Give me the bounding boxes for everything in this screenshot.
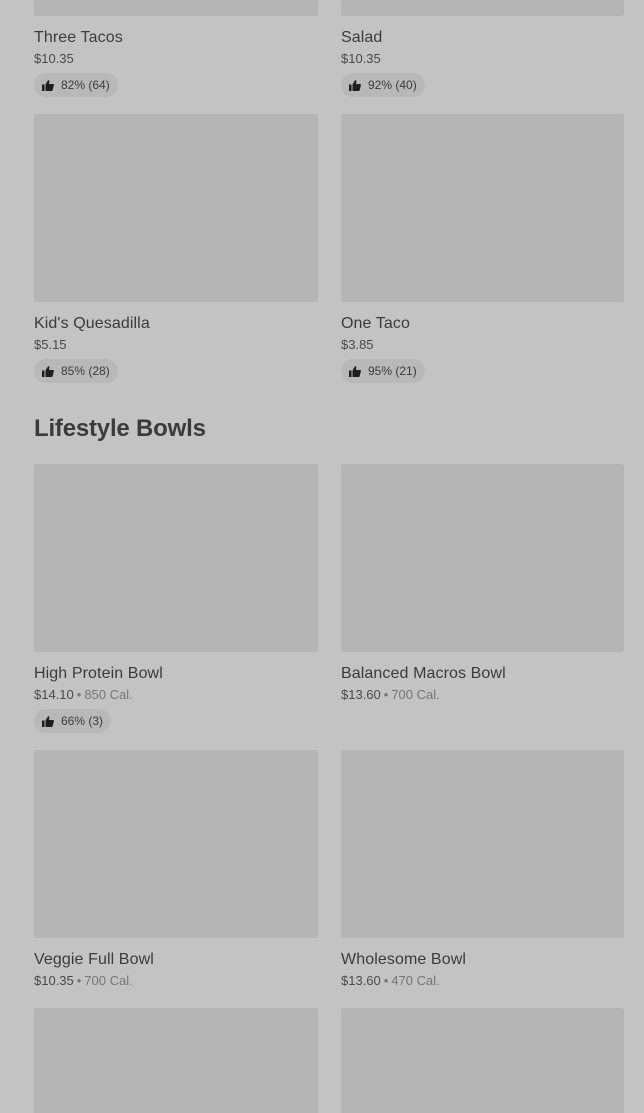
item-meta: $14.10 • 850 Cal. bbox=[34, 687, 318, 703]
menu-item-card[interactable]: Balanced Macros Bowl $13.60 • 700 Cal. bbox=[341, 464, 624, 703]
item-meta: $10.35 bbox=[341, 51, 624, 67]
item-price: $3.85 bbox=[341, 337, 374, 352]
item-name: Veggie Full Bowl bbox=[34, 951, 154, 968]
item-price: $10.35 bbox=[34, 973, 74, 988]
menu-item-card[interactable] bbox=[341, 1008, 624, 1113]
item-image[interactable] bbox=[34, 464, 318, 652]
item-calories: 850 Cal. bbox=[84, 687, 133, 702]
menu-item-card[interactable]: High Protein Bowl $14.10 • 850 Cal. 66% (3… bbox=[34, 464, 318, 733]
menu-item-card[interactable] bbox=[34, 1008, 318, 1113]
thumbs-up-icon bbox=[349, 79, 361, 91]
item-image[interactable] bbox=[341, 1008, 624, 1113]
item-price: $14.10 bbox=[34, 687, 74, 702]
thumbs-up-icon bbox=[42, 79, 54, 91]
item-name: Wholesome Bowl bbox=[341, 951, 467, 968]
item-name: Balanced Macros Bowl bbox=[341, 665, 506, 682]
item-price: $13.60 bbox=[341, 687, 381, 702]
menu-item-card[interactable]: Three Tacos $10.35 82% (64) bbox=[34, 0, 318, 97]
item-calories: 470 Cal. bbox=[391, 973, 440, 988]
rating-text: 92% (40) bbox=[368, 78, 417, 92]
menu-item-card[interactable]: Kid's Quesadilla $5.15 85% (28) bbox=[34, 114, 318, 383]
item-meta: $10.35 bbox=[34, 51, 318, 67]
item-image[interactable] bbox=[34, 1008, 318, 1113]
item-image[interactable] bbox=[34, 0, 318, 16]
rating-badge: 66% (3) bbox=[34, 709, 112, 733]
item-calories: 700 Cal. bbox=[391, 687, 440, 702]
item-image[interactable] bbox=[341, 750, 624, 938]
rating-badge: 95% (21) bbox=[341, 359, 425, 383]
menu-item-card[interactable]: Veggie Full Bowl $10.35 • 700 Cal. bbox=[34, 750, 318, 989]
rating-text: 82% (64) bbox=[61, 78, 110, 92]
item-name: One Taco bbox=[341, 315, 410, 332]
item-image[interactable] bbox=[34, 750, 318, 938]
item-name: Salad bbox=[341, 29, 383, 46]
item-price: $13.60 bbox=[341, 973, 381, 988]
rating-text: 85% (28) bbox=[61, 364, 110, 378]
separator-dot: • bbox=[76, 687, 82, 702]
item-name: High Protein Bowl bbox=[34, 665, 163, 682]
rating-badge: 85% (28) bbox=[34, 359, 118, 383]
item-name: Three Tacos bbox=[34, 29, 123, 46]
item-meta: $13.60 • 470 Cal. bbox=[341, 973, 624, 989]
separator-dot: • bbox=[76, 973, 82, 988]
item-calories: 700 Cal. bbox=[84, 973, 133, 988]
item-meta: $5.15 bbox=[34, 337, 318, 353]
rating-text: 95% (21) bbox=[368, 364, 417, 378]
separator-dot: • bbox=[383, 687, 389, 702]
thumbs-up-icon bbox=[42, 365, 54, 377]
menu-item-card[interactable]: Salad $10.35 92% (40) bbox=[341, 0, 624, 97]
thumbs-up-icon bbox=[42, 715, 54, 727]
menu-item-card[interactable]: Wholesome Bowl $13.60 • 470 Cal. bbox=[341, 750, 624, 989]
item-meta: $10.35 • 700 Cal. bbox=[34, 973, 318, 989]
item-image[interactable] bbox=[341, 464, 624, 652]
item-meta: $13.60 • 700 Cal. bbox=[341, 687, 624, 703]
rating-badge: 82% (64) bbox=[34, 73, 118, 97]
item-meta: $3.85 bbox=[341, 337, 624, 353]
thumbs-up-icon bbox=[349, 365, 361, 377]
rating-text: 66% (3) bbox=[61, 714, 104, 728]
item-image[interactable] bbox=[341, 0, 624, 16]
rating-badge: 92% (40) bbox=[341, 73, 425, 97]
item-name: Kid's Quesadilla bbox=[34, 315, 150, 332]
item-price: $10.35 bbox=[34, 51, 74, 66]
menu-item-card[interactable]: One Taco $3.85 95% (21) bbox=[341, 114, 624, 383]
item-price: $10.35 bbox=[341, 51, 381, 66]
section-title: Lifestyle Bowls bbox=[34, 415, 206, 442]
item-image[interactable] bbox=[341, 114, 624, 302]
separator-dot: • bbox=[383, 973, 389, 988]
item-image[interactable] bbox=[34, 114, 318, 302]
item-price: $5.15 bbox=[34, 337, 67, 352]
